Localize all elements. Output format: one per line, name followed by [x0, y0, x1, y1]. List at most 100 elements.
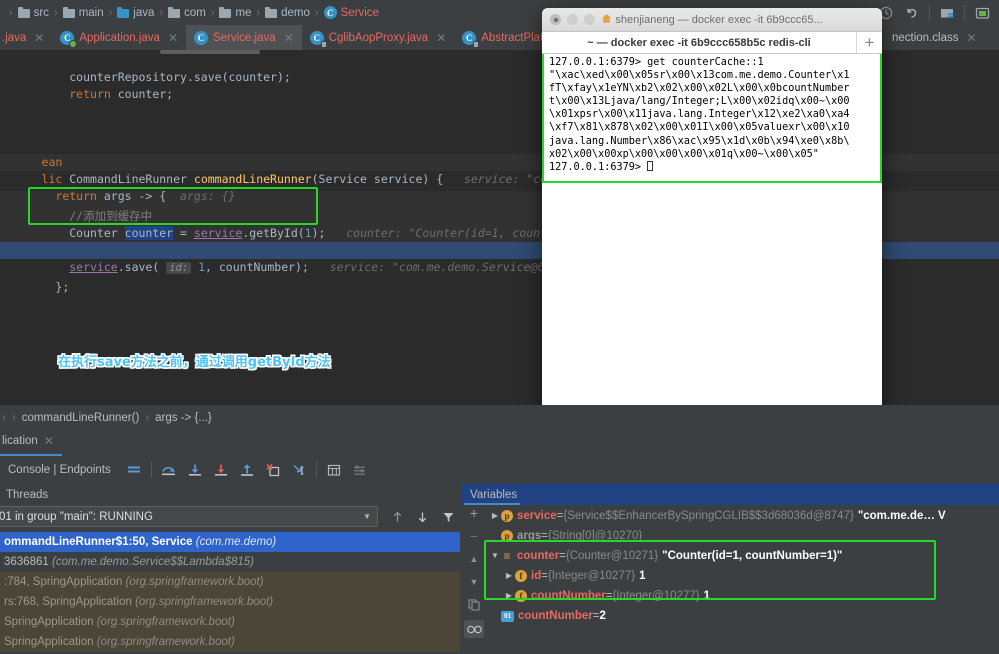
maximize-window-button[interactable] [584, 14, 595, 25]
stack-frame-row[interactable]: ommandLineRunner$1:50, Service (com.me.d… [0, 532, 460, 552]
breadcrumb-item-java[interactable]: java [117, 7, 154, 19]
breadcrumb-item-me[interactable]: me [219, 7, 251, 19]
stack-frame-row[interactable]: rs:768, SpringApplication (org.springfra… [0, 592, 460, 612]
project-structure-icon[interactable] [934, 2, 960, 24]
variable-equals: = [541, 526, 548, 546]
variable-equals: = [593, 606, 600, 626]
variable-equals: = [559, 546, 566, 566]
breadcrumb-item-com[interactable]: com [168, 7, 206, 19]
terminal-empty-area[interactable] [542, 183, 882, 435]
up-icon[interactable] [386, 505, 409, 529]
chevron-right-icon[interactable]: ▶ [503, 586, 515, 606]
evaluate-expression-icon[interactable] [321, 458, 347, 482]
thread-selector[interactable]: 01 in group "main": RUNNING ▼ [0, 506, 378, 527]
close-window-button[interactable] [550, 14, 561, 25]
variable-equals: = [557, 506, 564, 526]
chevron-right-icon[interactable]: ▶ [503, 566, 515, 586]
threads-toolbar [386, 506, 460, 527]
terminal-tab[interactable]: ~ — docker exec -it 6b9ccc658b5c redis-c… [542, 32, 856, 53]
drop-frame-icon[interactable] [260, 458, 286, 482]
variable-row[interactable]: ▶ f countNumber = {Integer@10277} 1 [487, 586, 999, 606]
stack-frame-row[interactable]: SpringApplication (org.springframework.b… [0, 632, 460, 652]
variable-name: service [517, 506, 557, 526]
stack-frame-row[interactable]: SpringApplication (org.springframework.b… [0, 612, 460, 632]
step-over-icon[interactable] [156, 458, 182, 482]
copy-icon[interactable] [465, 597, 483, 613]
stack-frame-row[interactable]: 3636861 (com.me.demo.Service$$Lambda$815… [0, 552, 460, 572]
down-icon[interactable] [411, 505, 434, 529]
chevron-down-icon[interactable]: ▼ [489, 546, 501, 566]
debug-panes: Threads 01 in group "main": RUNNING ▼ om [0, 484, 999, 654]
terminal-line: java.lang.Number\x86\xac\x95\x1d\x0b\x94… [549, 136, 850, 147]
terminal-output[interactable]: 127.0.0.1:6379> get counterCache::1 "\xa… [542, 54, 882, 183]
variable-name: countNumber [518, 606, 593, 626]
package-icon [265, 8, 277, 18]
terminal-window[interactable]: shenjianeng — docker exec -it 6b9ccc65..… [542, 8, 882, 435]
watches-icon[interactable] [464, 620, 484, 638]
remove-icon[interactable]: − [465, 528, 483, 544]
variable-row[interactable]: p args = {String[0]@10270} [487, 526, 999, 546]
annotation-text: 在执行save方法之前，通过调用getById方法 已经将对于的数据缓存到了re… [58, 318, 331, 405]
variables-tree[interactable]: ▶ p service = {Service$$EnhancerBySpring… [487, 506, 999, 654]
minimize-window-button[interactable] [567, 14, 578, 25]
terminal-line: "\xac\xed\x00\x05sr\x00\x13com.me.demo.C… [549, 70, 850, 81]
variable-row[interactable]: ▶ f id = {Integer@10277} 1 [487, 566, 999, 586]
breadcrumb-item-service[interactable]: C Service [324, 6, 379, 19]
breadcrumb-separator: › [9, 7, 13, 19]
close-icon[interactable]: ✕ [168, 31, 178, 45]
console-endpoints-tab[interactable]: Console | Endpoints [0, 464, 121, 476]
step-out-icon[interactable] [234, 458, 260, 482]
step-into-icon[interactable] [182, 458, 208, 482]
debug-breadcrumb-method[interactable]: commandLineRunner() [22, 412, 140, 424]
variable-name: countNumber [531, 586, 606, 606]
tab-nection-class[interactable]: nection.class ✕ [884, 25, 985, 50]
stack-frame-row[interactable]: :784, SpringApplication (org.springframe… [0, 572, 460, 592]
down-icon[interactable]: ▼ [465, 574, 483, 590]
filter-icon[interactable] [437, 505, 460, 529]
tab-label: .java [2, 32, 26, 44]
close-icon[interactable]: ✕ [966, 31, 976, 45]
tab-application-java[interactable]: C Application.java ✕ [52, 25, 186, 50]
tab-service-java[interactable]: C Service.java ✕ [186, 25, 302, 50]
variable-row[interactable]: ▼ ≡ counter = {Counter@10271} "Counter(i… [487, 546, 999, 566]
breadcrumb-separator: › [2, 412, 6, 424]
chevron-right-icon[interactable]: ▶ [489, 506, 501, 526]
settings-icon[interactable] [347, 458, 373, 482]
force-step-into-icon[interactable] [208, 458, 234, 482]
up-icon[interactable]: ▲ [465, 551, 483, 567]
close-icon[interactable]: ✕ [34, 31, 44, 45]
variable-name: args [517, 526, 541, 546]
package-icon [168, 8, 180, 18]
close-icon[interactable]: ✕ [44, 434, 54, 448]
variable-ref: {Service$$EnhancerBySpringCGLIB$$3d68036… [563, 506, 853, 526]
terminal-line: \x01xpsr\x00\x11java.lang.Integer\x12\xe… [549, 109, 850, 120]
settings-icon[interactable] [969, 2, 995, 24]
breadcrumb-label: com [184, 7, 206, 19]
new-tab-button[interactable]: + [856, 32, 882, 53]
breadcrumb-item-src[interactable]: src [18, 7, 49, 19]
variables-pane: Variables + − ▲ ▼ ▶ p service = [462, 484, 999, 654]
tab-cglibaopproxy-java[interactable]: C CglibAopProxy.java ✕ [302, 25, 455, 50]
class-icon: C [194, 31, 208, 45]
variable-row[interactable]: 01 countNumber = 2 [487, 606, 999, 626]
folder-icon [18, 8, 30, 18]
run-tab-bar: lication ✕ [0, 430, 999, 456]
debug-breadcrumb-lambda[interactable]: args -> {...} [155, 412, 212, 424]
variable-equals: = [606, 586, 613, 606]
terminal-title-bar[interactable]: shenjianeng — docker exec -it 6b9ccc65..… [542, 8, 882, 32]
run-to-cursor-icon[interactable] [286, 458, 312, 482]
threads-pane-title: Threads [0, 484, 460, 505]
close-icon[interactable]: ✕ [436, 31, 446, 45]
breadcrumb-item-main[interactable]: main [63, 7, 104, 19]
run-tab-application[interactable]: lication ✕ [0, 430, 62, 456]
breadcrumb-item-demo[interactable]: demo [265, 7, 310, 19]
tab-java[interactable]: .java ✕ [0, 25, 52, 50]
undo-icon[interactable] [899, 2, 925, 24]
add-icon[interactable]: + [465, 505, 483, 521]
show-execution-point-icon[interactable] [121, 458, 147, 482]
variable-row[interactable]: ▶ p service = {Service$$EnhancerBySpring… [487, 506, 999, 526]
close-icon[interactable]: ✕ [284, 31, 294, 45]
breadcrumb-separator: › [109, 7, 113, 19]
frame-label: 3636861 [4, 556, 49, 568]
call-stack-list[interactable]: ommandLineRunner$1:50, Service (com.me.d… [0, 532, 460, 654]
